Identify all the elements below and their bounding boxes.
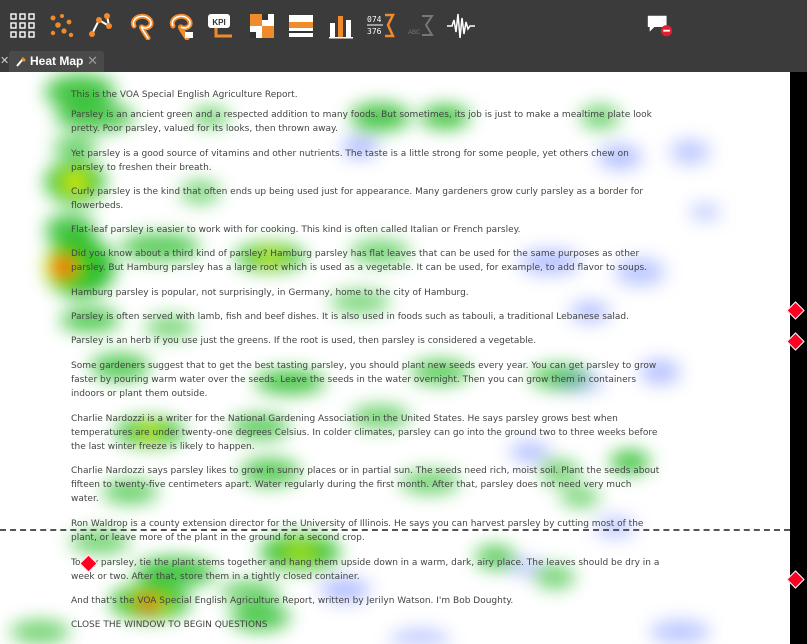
document-line: Did you know about a third kind of parsl…: [71, 249, 640, 259]
lasso-icon[interactable]: [127, 11, 157, 41]
document-line: Parsley is often served with lamb, fish …: [71, 312, 630, 322]
kpi-label: KPI: [212, 18, 225, 27]
document-line: This is the VOA Special English Agricult…: [71, 90, 298, 100]
sigma-icon[interactable]: ABC: [405, 11, 435, 41]
document-line: parsley to freshen their breath.: [71, 163, 212, 173]
document-line: indoors or plant them outside.: [71, 389, 208, 399]
tab-label: Heat Map: [30, 54, 84, 68]
document-line: week or two. After that, store them in a…: [71, 572, 360, 582]
document-line: Some gardeners suggest that to get the b…: [71, 361, 657, 371]
tab-heat-map[interactable]: Heat Map ✕: [9, 51, 104, 72]
document-line: Charlie Nardozzi is a writer for the Nat…: [71, 414, 618, 424]
tab-bar: ✕ Heat Map ✕: [0, 50, 807, 72]
document-line: the last winter freeze is likely to happ…: [71, 442, 255, 452]
document-line: To dry parsley, tie the plant stems toge…: [71, 558, 660, 568]
document-line: Parsley is an herb if you use just the g…: [71, 336, 537, 346]
document-line: CLOSE THE WINDOW TO BEGIN QUESTIONS: [71, 620, 268, 630]
brush-icon: [16, 57, 26, 67]
document-line: Ron Waldrop is a county extension direct…: [71, 519, 644, 529]
document-line: faster by pouring warm water over the se…: [71, 375, 637, 385]
stats-icon[interactable]: 074 376: [365, 11, 395, 41]
stats-bottom: 376: [367, 27, 382, 36]
document-line: fifteen to twenty-five centimeters apart…: [71, 480, 632, 490]
document-line: parsley. But Hamburg parsley has a large…: [71, 263, 648, 273]
kpi-icon[interactable]: KPI: [206, 11, 236, 41]
document-line: Parsley is an ancient green and a respec…: [71, 110, 652, 120]
document-line: Flat-leaf parsley is easier to work with…: [71, 225, 521, 235]
lasso-tool-icon[interactable]: [166, 11, 196, 41]
document: This is the VOA Special English Agricult…: [0, 72, 790, 644]
stats-top: 074: [367, 15, 382, 24]
abc-label: ABC: [408, 30, 421, 36]
grid-icon[interactable]: [8, 11, 38, 41]
document-line: Charlie Nardozzi says parsley likes to g…: [71, 466, 660, 476]
comment-remove-icon[interactable]: [645, 11, 675, 41]
document-line: Curly parsley is the kind that often end…: [71, 187, 644, 197]
toolbar: KPI 074 376 ABC: [0, 0, 807, 50]
marker: [786, 332, 805, 351]
dots-icon[interactable]: [47, 11, 77, 41]
tab-close-icon[interactable]: ✕: [87, 51, 98, 72]
document-line: flowerbeds.: [71, 201, 124, 211]
bars-icon[interactable]: [326, 11, 356, 41]
heat-map-view: This is the VOA Special English Agricult…: [0, 72, 790, 644]
document-line: pretty. Poor parsley, valued for its loo…: [71, 124, 338, 134]
rows-icon[interactable]: [286, 11, 316, 41]
document-line: And that's the VOA Special English Agric…: [71, 596, 514, 606]
document-line: Yet parsley is a good source of vitamins…: [71, 149, 629, 159]
document-line: water.: [71, 494, 99, 504]
marker: [786, 570, 805, 589]
checker-icon[interactable]: [247, 11, 277, 41]
document-line: Hamburg parsley is popular, not surprisi…: [71, 288, 469, 298]
document-line: plant, or leave more of the plant in the…: [71, 533, 365, 543]
marker: [786, 301, 805, 320]
document-line: temperatures are under twenty-one degree…: [71, 428, 658, 438]
close-icon[interactable]: ✕: [0, 52, 9, 70]
waveform-icon[interactable]: [446, 11, 476, 41]
scroll-gutter: [786, 72, 807, 644]
path-icon[interactable]: [86, 11, 116, 41]
